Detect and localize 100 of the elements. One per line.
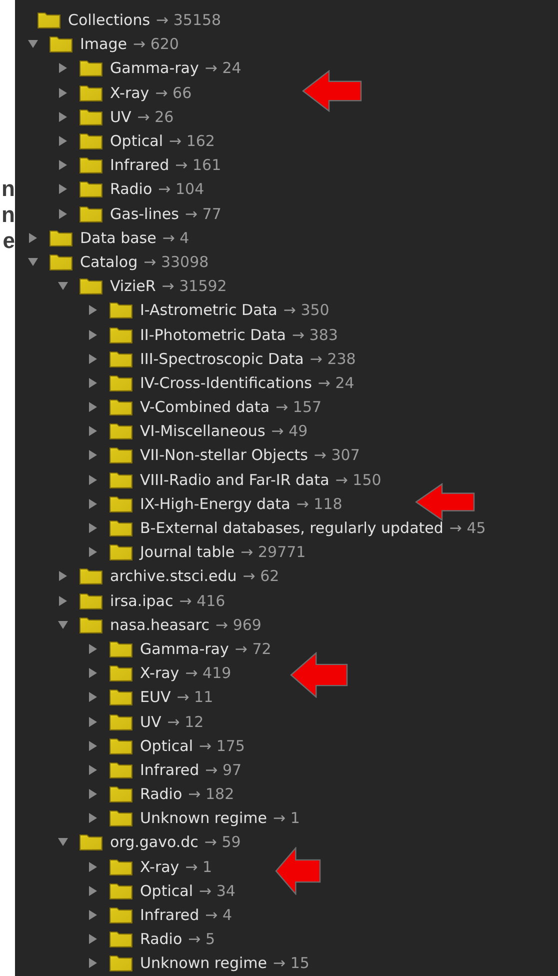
expander-icon[interactable]: [87, 498, 99, 510]
expander-icon[interactable]: [87, 449, 99, 462]
tree-item[interactable]: X-ray: [110, 84, 150, 102]
tree-item[interactable]: B-External databases, regularly updated: [140, 519, 444, 538]
item-count: → 35158: [156, 11, 222, 30]
item-count: → 161: [175, 156, 222, 174]
expander-icon[interactable]: [87, 522, 99, 534]
expander-icon[interactable]: [57, 208, 69, 220]
expander-icon[interactable]: [57, 183, 69, 196]
item-count: → 77: [184, 204, 222, 223]
tree-item[interactable]: irsa.ipac: [110, 592, 174, 610]
item-count: → 969: [216, 616, 262, 634]
tree-item[interactable]: IX-High-Energy data: [140, 494, 290, 513]
expander-icon[interactable]: [87, 401, 99, 414]
tree-item[interactable]: VI-Miscellaneous: [140, 422, 266, 440]
tree-item[interactable]: Gas-lines: [110, 204, 179, 223]
expander-icon[interactable]: [27, 256, 39, 268]
tree-item[interactable]: UV: [140, 712, 162, 731]
expander-icon[interactable]: [57, 570, 69, 582]
expander-icon[interactable]: [57, 86, 69, 99]
tree-item[interactable]: III-Spectroscopic Data: [140, 350, 304, 368]
tree-item[interactable]: Optical: [140, 736, 193, 755]
expander-icon[interactable]: [27, 38, 39, 50]
expander-icon[interactable]: [57, 836, 69, 848]
tree-item[interactable]: Infrared: [140, 760, 200, 779]
item-count: → 350: [283, 301, 330, 320]
expander-icon[interactable]: [87, 933, 99, 946]
expander-icon[interactable]: [87, 740, 99, 752]
pointer-arrow: [290, 652, 348, 698]
expander-icon[interactable]: [27, 232, 39, 244]
expander-icon[interactable]: [57, 62, 69, 74]
item-count: → 4: [205, 906, 232, 924]
expander-icon[interactable]: [57, 159, 69, 172]
expander-icon[interactable]: [57, 594, 69, 607]
expander-icon[interactable]: [87, 546, 99, 558]
tree-item[interactable]: I-Astrometric Data: [140, 301, 278, 320]
folder-icon: [37, 11, 61, 30]
expander-icon[interactable]: [87, 860, 99, 873]
expander-icon[interactable]: [87, 812, 99, 824]
expander-icon[interactable]: [87, 352, 99, 365]
tree-item[interactable]: org.gavo.dc: [110, 833, 198, 852]
folder-icon: [109, 688, 133, 706]
tree-item[interactable]: X-ray: [140, 858, 180, 876]
tree-item[interactable]: Radio: [110, 180, 152, 198]
tree-item[interactable]: Gamma-ray: [140, 640, 229, 658]
tree-item[interactable]: Image: [80, 35, 127, 54]
expander-icon[interactable]: [87, 376, 99, 389]
expander-icon[interactable]: [57, 280, 69, 292]
tree-item[interactable]: Unknown regime: [140, 809, 267, 828]
expander-icon[interactable]: [87, 716, 99, 728]
tree-item[interactable]: Journal table: [140, 543, 235, 562]
tree-item[interactable]: IV-Cross-Identifications: [140, 374, 312, 392]
folder-icon: [79, 108, 103, 126]
tree-item[interactable]: Infrared: [140, 906, 200, 924]
tree-item[interactable]: Optical: [140, 882, 193, 900]
expander-icon[interactable]: [87, 328, 99, 341]
tree-item[interactable]: Radio: [140, 785, 182, 804]
item-count: → 62: [242, 567, 280, 586]
tree-item[interactable]: Unknown regime: [140, 954, 267, 972]
item-count: → 33098: [144, 252, 209, 271]
expander-icon[interactable]: [87, 304, 99, 316]
item-count: → 383: [292, 326, 338, 344]
tree-item[interactable]: V-Combined data: [140, 398, 270, 416]
expander-icon[interactable]: [87, 425, 99, 438]
expander-icon[interactable]: [57, 135, 69, 148]
expander-icon[interactable]: [87, 957, 99, 970]
folder-icon: [109, 930, 133, 948]
expander-icon[interactable]: [57, 618, 69, 631]
folder-icon: [109, 785, 133, 804]
item-count: → 59: [204, 833, 241, 852]
tree-item[interactable]: II-Photometric Data: [140, 326, 286, 344]
tree-item[interactable]: nasa.heasarc: [110, 616, 210, 634]
expander-icon[interactable]: [87, 642, 99, 655]
tree-item[interactable]: Data base: [80, 228, 156, 247]
folder-icon: [109, 543, 133, 562]
expander-icon[interactable]: [87, 909, 99, 922]
item-count: → 620: [132, 35, 179, 54]
tree-item[interactable]: VII-Non-stellar Objects: [140, 446, 308, 464]
tree-item[interactable]: Collections: [68, 11, 150, 30]
folder-icon: [109, 494, 133, 513]
tree-item[interactable]: Radio: [140, 930, 182, 948]
tree-item[interactable]: Infrared: [110, 156, 170, 174]
folder-icon: [49, 228, 73, 247]
tree-item[interactable]: X-ray: [140, 664, 180, 682]
tree-item[interactable]: EUV: [140, 688, 171, 706]
tree-item[interactable]: VizieR: [110, 277, 156, 296]
expander-icon[interactable]: [87, 788, 99, 800]
tree-item[interactable]: VIII-Radio and Far-IR data: [140, 470, 330, 489]
item-count: → 4: [162, 228, 190, 247]
tree-item[interactable]: archive.stsci.edu: [110, 567, 237, 586]
expander-icon[interactable]: [87, 764, 99, 776]
tree-item[interactable]: Gamma-ray: [110, 59, 199, 78]
tree-item[interactable]: UV: [110, 108, 132, 126]
expander-icon[interactable]: [87, 691, 99, 704]
expander-icon[interactable]: [87, 884, 99, 897]
expander-icon[interactable]: [87, 667, 99, 680]
tree-item[interactable]: Catalog: [80, 252, 138, 271]
tree-item[interactable]: Optical: [110, 132, 163, 150]
expander-icon[interactable]: [87, 474, 99, 486]
expander-icon[interactable]: [57, 110, 69, 123]
